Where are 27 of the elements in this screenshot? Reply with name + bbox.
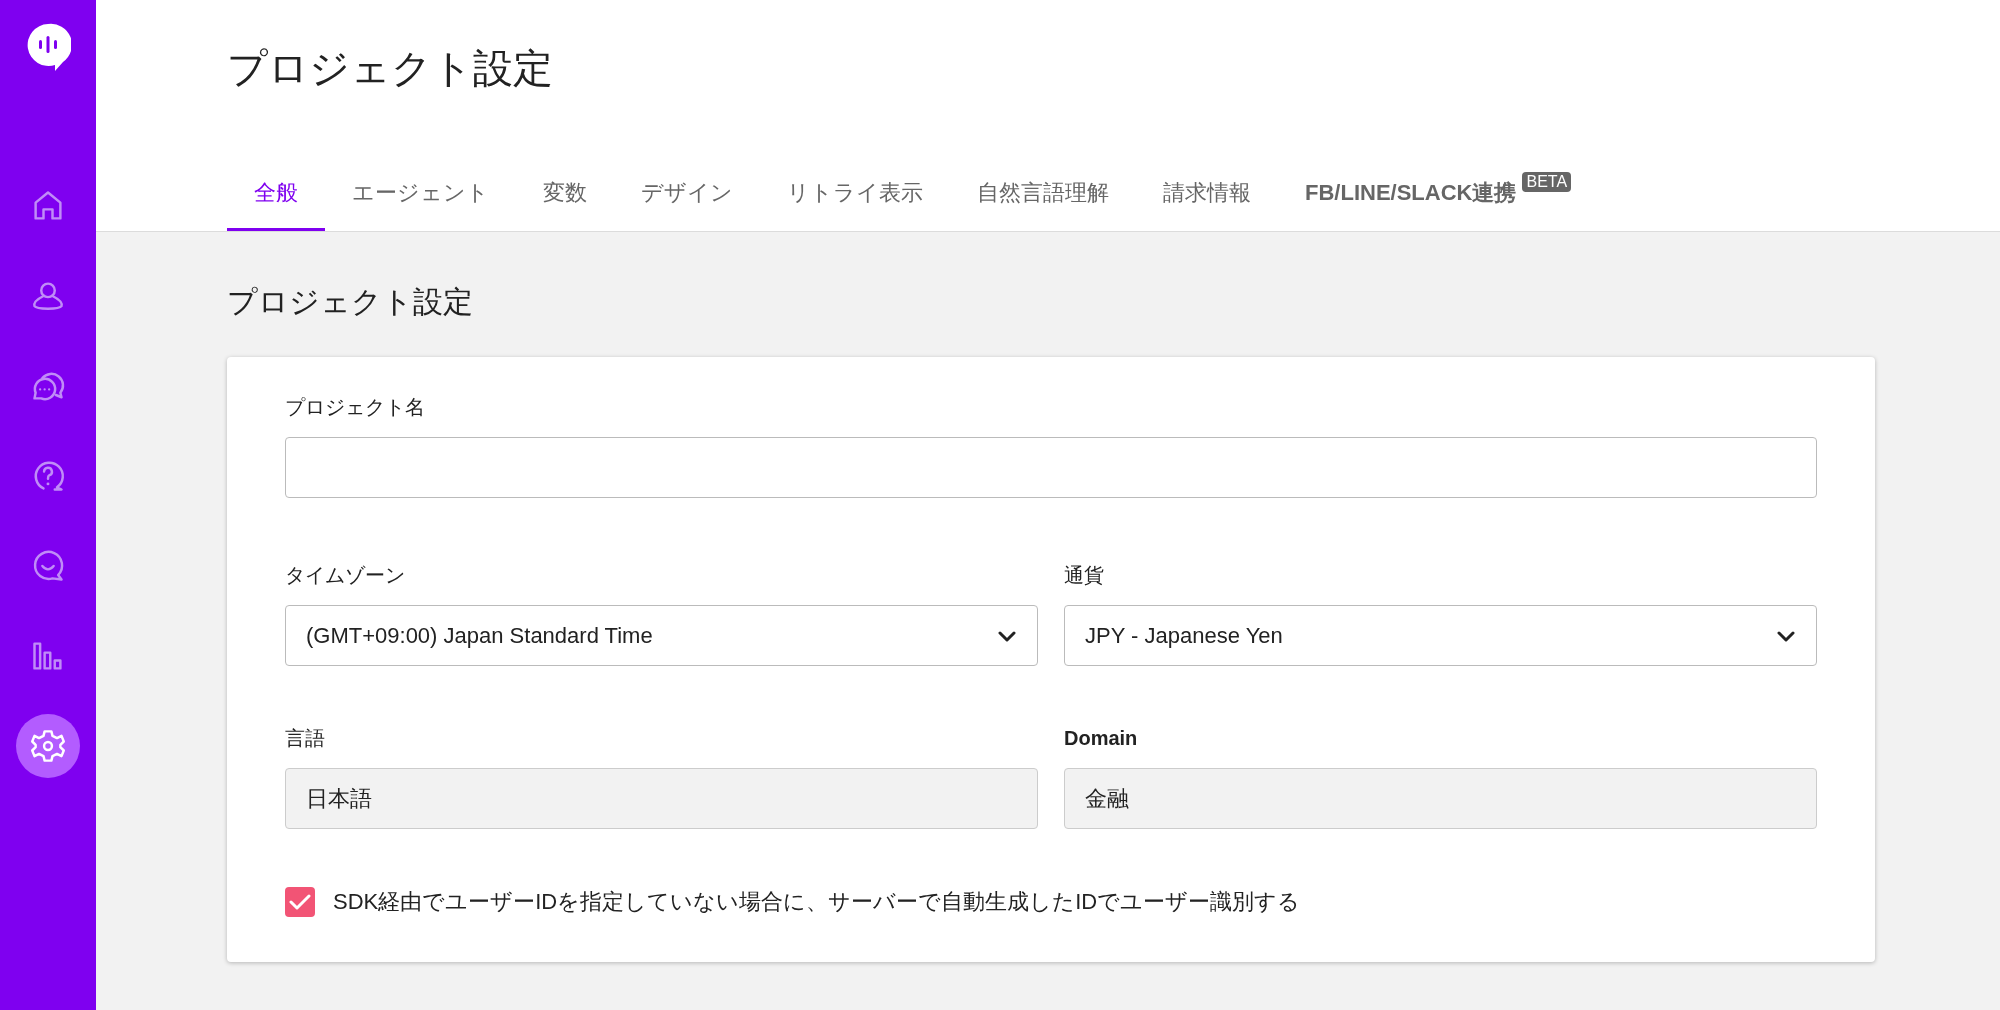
checkbox[interactable] <box>285 886 315 917</box>
select-field[interactable]: JPY - Japanese Yen <box>1064 605 1817 666</box>
project-name-field[interactable] <box>285 437 1817 498</box>
readonly-field: 金融 <box>1064 768 1817 829</box>
tab[interactable]: リトライ表示 <box>760 178 950 231</box>
checkbox-label: SDK経由でユーザーIDを指定していない場合に、サーバーで自動生成したIDでユーザー識別する <box>333 888 1301 916</box>
tab[interactable]: 全般 <box>227 178 325 231</box>
tab[interactable]: 請求情報 <box>1136 178 1278 231</box>
settings-icon <box>30 728 66 764</box>
chevron-down-icon <box>1776 629 1796 642</box>
logo-icon[interactable] <box>25 22 71 72</box>
tab[interactable]: エージェント <box>325 178 516 231</box>
field-label: 言語 <box>285 728 326 748</box>
section-title: プロジェクト設定 <box>227 287 473 317</box>
tab[interactable]: デザイン <box>614 178 760 231</box>
field-label: タイムゾーン <box>285 565 406 585</box>
tab[interactable]: FB/LINE/SLACK連携 <box>1305 182 1517 204</box>
field-label: プロジェクト名 <box>285 397 426 417</box>
tab[interactable]: 変数 <box>516 178 614 231</box>
page-title: プロジェクト設定 <box>227 45 553 92</box>
chevron-down-icon <box>997 629 1017 642</box>
readonly-field: 日本語 <box>285 768 1038 829</box>
field-label: Domain <box>1064 728 1139 748</box>
tab[interactable]: 自然言語理解 <box>950 178 1136 231</box>
select-field[interactable]: (GMT+09:00) Japan Standard Time <box>285 605 1038 666</box>
beta-badge: BETA <box>1522 172 1572 192</box>
field-label: 通貨 <box>1064 565 1105 585</box>
